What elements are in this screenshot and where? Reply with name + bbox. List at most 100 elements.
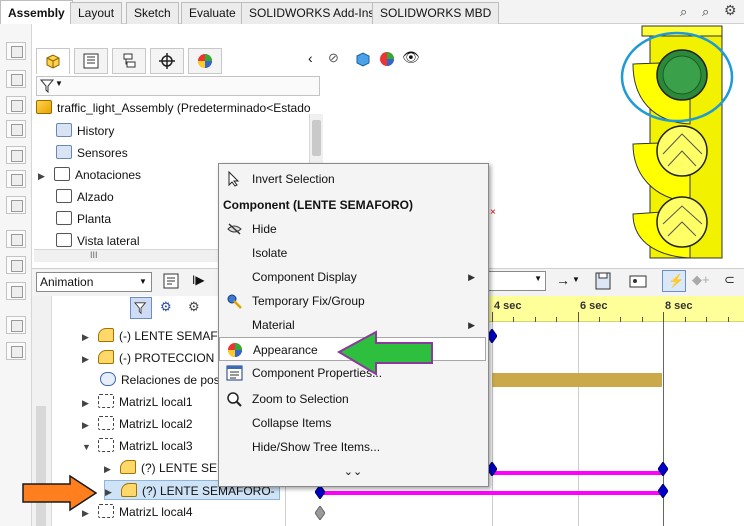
animation-wizard-icon[interactable] [628, 272, 648, 290]
submenu-arrow-icon: ▶ [468, 320, 475, 330]
menu-expand-more[interactable]: ⌄⌄ [219, 460, 487, 484]
anim-item[interactable]: ▶ (-) LENTE SEMAFO [82, 326, 227, 346]
autokey-button[interactable]: ⚡ [662, 270, 686, 292]
menu-item-invert-selection[interactable]: Invert Selection [219, 167, 487, 191]
expand-icon[interactable]: ▶ [38, 166, 48, 186]
anim-item[interactable]: Relaciones de pos [100, 370, 220, 390]
tab-solidworks-mbd[interactable]: SOLIDWORKS MBD [372, 2, 500, 24]
keyframe-diamond[interactable] [315, 485, 325, 499]
anim-item[interactable]: ▶ MatrizL local2 [82, 414, 193, 434]
tab-layout[interactable]: Layout [70, 2, 123, 24]
tree-item-sensores[interactable]: Sensores [56, 143, 128, 163]
play-from-start-button[interactable]: I▶ [192, 273, 205, 287]
expand-icon[interactable]: ▶ [82, 393, 92, 413]
add-key-icon[interactable]: ◆+ [692, 272, 710, 288]
tick [642, 317, 643, 322]
tab-assembly[interactable]: Assembly [0, 0, 73, 24]
menu-item-isolate[interactable]: Isolate [219, 241, 487, 265]
menu-item-collapse-items[interactable]: Collapse Items [219, 411, 487, 435]
menu-item-temporary-fix-group[interactable]: Temporary Fix/Group [219, 289, 487, 313]
tool-icon[interactable] [6, 146, 26, 164]
tree-item-alzado[interactable]: Alzado [56, 187, 114, 207]
time-label: 4 sec [494, 300, 522, 312]
zoom-to-fit-icon[interactable]: ⌕ [680, 4, 687, 20]
annotations-icon [54, 167, 70, 181]
tool-icon[interactable] [6, 96, 26, 114]
expand-icon[interactable]: ▶ [82, 349, 92, 369]
configuration-manager-tab[interactable] [112, 48, 146, 74]
view-orientation-icon[interactable] [354, 50, 372, 68]
tool-icon[interactable] [6, 120, 26, 138]
scrollbar-thumb[interactable] [312, 120, 321, 156]
tick [556, 317, 557, 322]
orange-arrow-annotation [22, 474, 98, 512]
keyframe-diamond[interactable] [315, 506, 325, 520]
tree-item-history[interactable]: History [56, 121, 114, 141]
arrow-right-icon[interactable]: → [556, 272, 570, 288]
anim-item[interactable]: ▶ (?) LENTE SEM [104, 458, 227, 478]
tree-item-anotaciones[interactable]: ▶ Anotaciones [38, 165, 141, 185]
anim-item[interactable]: ▶ MatrizL local1 [82, 392, 193, 412]
tree-item-vista-lateral[interactable]: Vista lateral [56, 231, 139, 251]
collapse-icon[interactable]: ▼ [82, 437, 92, 457]
zoom-area-icon[interactable]: ⌕ [702, 4, 709, 20]
tab-solidworks-add-ins[interactable]: SOLIDWORKS Add-Ins [241, 2, 383, 24]
filter-icon [40, 79, 55, 93]
chevron-down-icon[interactable]: ▼ [572, 275, 580, 284]
anim-item[interactable]: ▶ (-) PROTECCION L [82, 348, 224, 368]
pattern-icon [98, 394, 114, 408]
hide-show-icon[interactable]: ⊘ [328, 50, 339, 66]
filter-selected-icon[interactable]: ⚙ [188, 299, 200, 315]
motor-icon[interactable]: ⊂ [724, 272, 735, 288]
dimxpert-tab[interactable] [150, 48, 184, 74]
tick [578, 312, 579, 322]
tab-sketch[interactable]: Sketch [126, 2, 179, 24]
expand-icon[interactable]: ▶ [104, 459, 114, 479]
tool-icon[interactable] [6, 342, 26, 360]
menu-item-hide-show-tree-items[interactable]: Hide/Show Tree Items... [219, 435, 487, 459]
filter-bar[interactable]: ▼ [36, 76, 320, 96]
menu-item-zoom-to-selection[interactable]: Zoom to Selection [219, 387, 487, 411]
tool-icon[interactable] [6, 196, 26, 214]
tick [706, 317, 707, 322]
feature-tree-tab[interactable] [36, 48, 70, 74]
study-type-select[interactable]: Animation ▼ [36, 272, 152, 292]
property-manager-tab[interactable] [74, 48, 108, 74]
keyframe-diamond[interactable] [658, 462, 668, 476]
submenu-arrow-icon: ▶ [468, 272, 475, 282]
tool-icon[interactable] [6, 256, 26, 274]
tool-icon[interactable] [6, 230, 26, 248]
chevron-left-icon[interactable]: ‹ [308, 50, 313, 66]
tool-icon[interactable] [6, 70, 26, 88]
display-manager-tab[interactable] [188, 48, 222, 74]
playback-speed-select[interactable]: ▼ [488, 271, 546, 291]
tick [492, 312, 493, 322]
plane-icon [56, 189, 72, 203]
tree-item-planta[interactable]: Planta [56, 209, 111, 229]
view-settings-icon[interactable]: ⚙ [724, 2, 737, 19]
keyframe-diamond[interactable] [658, 484, 668, 498]
filter-icon [134, 302, 147, 315]
appearance-ball-icon[interactable] [378, 50, 396, 68]
menu-section-header: Component (LENTE SEMAFORO) [223, 198, 413, 212]
tool-icon[interactable] [6, 170, 26, 188]
tool-icon[interactable] [6, 42, 26, 60]
plane-icon [56, 233, 72, 247]
filter-animated-button[interactable] [130, 297, 152, 319]
eye-icon[interactable]: 👁 [402, 49, 420, 66]
menu-item-hide[interactable]: Hide [219, 217, 487, 241]
tool-icon[interactable] [6, 282, 26, 300]
expand-icon[interactable]: ▶ [82, 415, 92, 435]
expand-icon[interactable]: ▶ [82, 327, 92, 347]
calculate-icon[interactable] [162, 272, 180, 290]
tab-evaluate[interactable]: Evaluate [181, 2, 244, 24]
anim-item[interactable]: ▼ MatrizL local3 [82, 436, 193, 456]
expand-icon[interactable]: ▶ [105, 482, 115, 502]
tool-icon[interactable] [6, 316, 26, 334]
filter-driving-icon[interactable]: ⚙ [160, 299, 172, 315]
tick [513, 317, 514, 322]
tree-root[interactable]: traffic_light_Assembly (Predeterminado<E… [36, 98, 311, 118]
save-animation-icon[interactable] [594, 271, 612, 291]
time-label: 6 sec [580, 300, 608, 312]
menu-item-component-display[interactable]: Component Display ▶ [219, 265, 487, 289]
